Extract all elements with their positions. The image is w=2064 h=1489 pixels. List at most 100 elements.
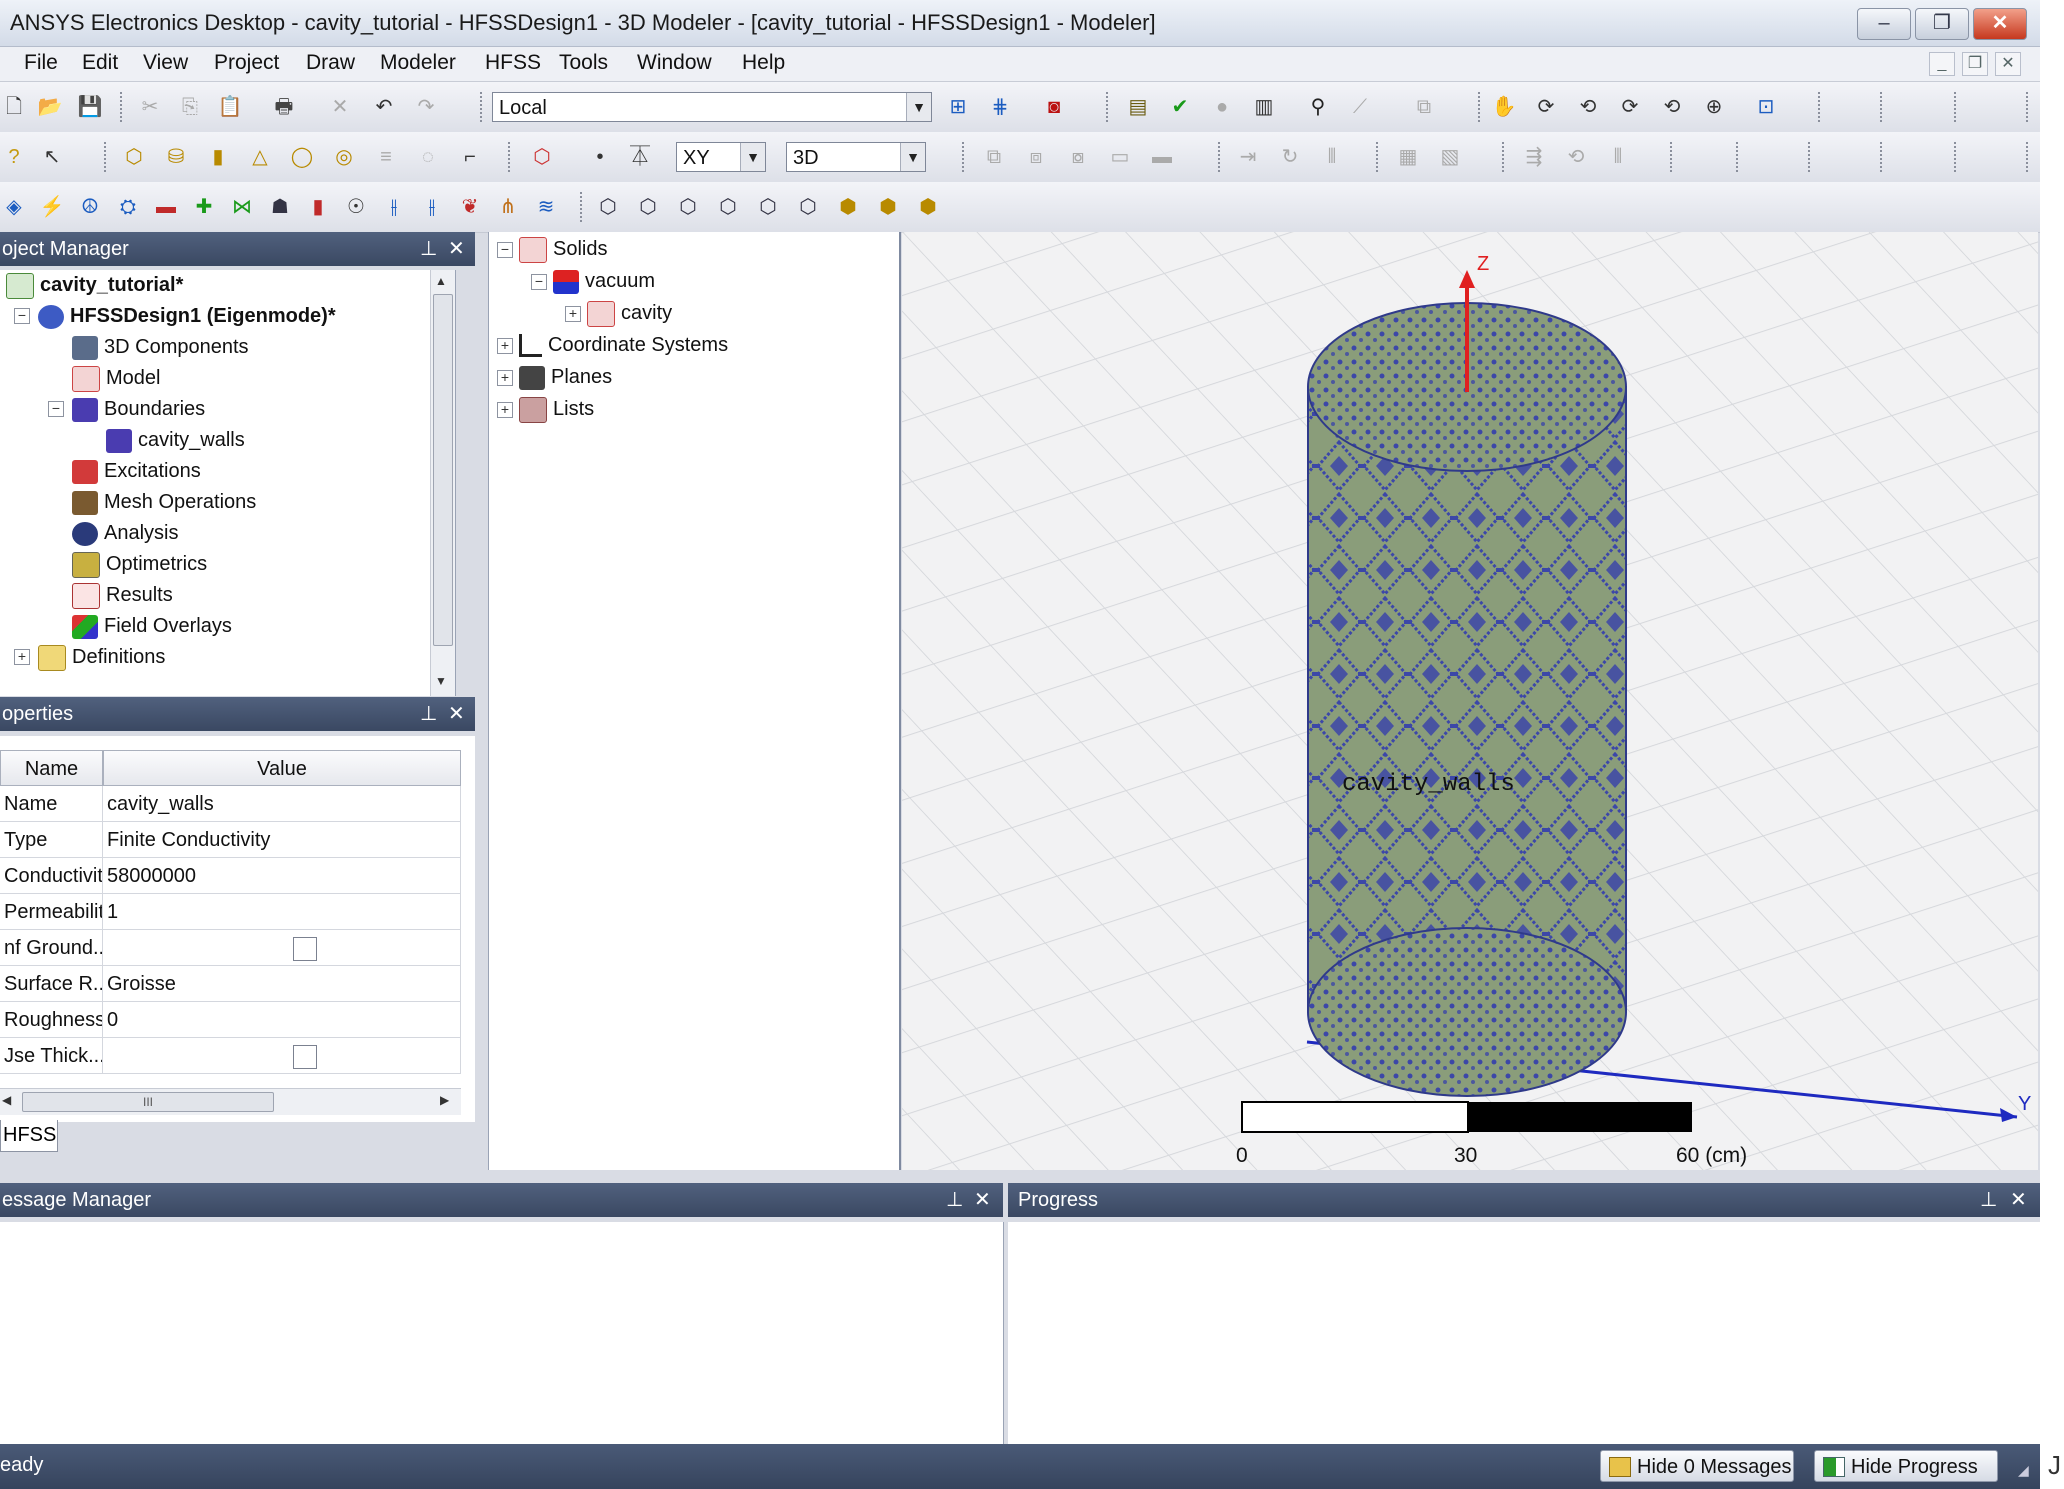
pin-icon[interactable]: ⊥ [420, 232, 437, 266]
tree-item-results[interactable]: Results [72, 580, 173, 610]
rotate-object-icon[interactable]: ↻ [1276, 144, 1304, 170]
3d-viewport[interactable]: Y Z cavity_walls 0 30 60 (cm) [902, 232, 2038, 1170]
plot-mesh-icon[interactable]: ⫲ [418, 194, 446, 220]
tree-item-definitions[interactable]: Definitions [38, 642, 165, 672]
assign-boundary-icon[interactable]: ☮ [76, 194, 104, 220]
report-icon[interactable]: ▥ [1250, 94, 1278, 120]
tree-item-solids[interactable]: Solids [519, 234, 607, 264]
tree-item-excitations[interactable]: Excitations [72, 456, 201, 486]
close-panel-icon[interactable]: ✕ [974, 1183, 991, 1217]
tree-item-cavity-walls[interactable]: cavity_walls [106, 425, 245, 455]
undo-icon[interactable]: ↶ [370, 94, 398, 120]
pin-icon[interactable]: ⊥ [1980, 1183, 1997, 1217]
mdi-minimize-button[interactable]: _ [1929, 52, 1955, 76]
thicken-icon[interactable]: ▧ [1436, 144, 1464, 170]
radiation-icon[interactable]: ☉ [342, 194, 370, 220]
draw-spiral-icon[interactable]: ◌ [414, 144, 442, 170]
property-value[interactable]: 1 [103, 894, 461, 930]
menu-hfss[interactable]: HFSS [485, 51, 541, 75]
draw-bondwire-icon[interactable]: ⌐ [456, 144, 484, 170]
zoom-icon[interactable]: ⊕ [1700, 94, 1728, 120]
tree-item-planes[interactable]: Planes [519, 362, 612, 392]
redo-icon[interactable]: ↷ [412, 94, 440, 120]
sweep-setup-icon[interactable]: ✚ [190, 194, 218, 220]
view-bottom-icon[interactable]: ⬡ [794, 194, 822, 220]
new-file-icon[interactable]: 🗋 [0, 94, 28, 120]
hide-messages-button[interactable]: Hide 0 Messages [1600, 1450, 1794, 1482]
column-header-name[interactable]: Name [0, 750, 103, 786]
open-folder-icon[interactable]: 📂 [36, 94, 64, 120]
imprint-icon[interactable]: ▬ [1148, 144, 1176, 170]
message-list[interactable] [0, 1222, 1004, 1444]
measure-icon[interactable]: ⊞ [944, 94, 972, 120]
close-panel-icon[interactable]: ✕ [448, 697, 465, 731]
rotate-z-icon[interactable]: ⟲ [1658, 94, 1686, 120]
inf-ground-checkbox[interactable] [293, 937, 317, 961]
grid-icon[interactable]: ⋕ [986, 94, 1014, 120]
curve-icon[interactable]: ⟋ [1346, 94, 1374, 120]
scroll-thumb[interactable]: III [22, 1092, 274, 1112]
sweep-icon[interactable]: ▦ [1394, 144, 1422, 170]
restore-button[interactable]: ❐ [1915, 8, 1969, 40]
subtract-icon[interactable]: ⧈ [1022, 144, 1050, 170]
mirror-icon[interactable]: ⫴ [1318, 144, 1346, 170]
tree-item-field-overlays[interactable]: Field Overlays [72, 611, 232, 641]
view-left-icon[interactable]: ⬡ [674, 194, 702, 220]
close-panel-icon[interactable]: ✕ [2010, 1183, 2027, 1217]
view-iso-icon[interactable]: ⬢ [834, 194, 862, 220]
column-header-value[interactable]: Value [103, 750, 461, 786]
menu-edit[interactable]: Edit [82, 51, 118, 75]
close-button[interactable]: ✕ [1973, 8, 2027, 40]
cut-icon[interactable]: ✂ [136, 94, 164, 120]
field-overlay-icon[interactable]: ▬ [152, 194, 180, 220]
hide-progress-button[interactable]: Hide Progress [1814, 1450, 1998, 1482]
progress-list[interactable] [1008, 1222, 2040, 1444]
draw-sphere-icon[interactable]: ◯ [288, 144, 316, 170]
menu-tools[interactable]: Tools [559, 51, 608, 75]
mdi-restore-button[interactable]: ❐ [1962, 52, 1988, 76]
parametric-icon[interactable]: ⋈ [228, 194, 256, 220]
move-icon[interactable]: ⇥ [1234, 144, 1262, 170]
project-tree-scrollbar[interactable]: ▲ ▼ [430, 270, 455, 696]
use-thickness-checkbox[interactable] [293, 1045, 317, 1069]
analyze-icon[interactable]: ● [1208, 94, 1236, 120]
hfss-solution-setup-icon[interactable]: ◈ [0, 194, 28, 220]
tree-item-vacuum[interactable]: vacuum [553, 266, 655, 296]
mesh-icon[interactable]: ⛭ [114, 194, 142, 220]
duplicate-around-axis-icon[interactable]: ⟲ [1562, 144, 1590, 170]
property-value[interactable]: 0 [103, 1002, 461, 1038]
split-icon[interactable]: ▭ [1106, 144, 1134, 170]
wave-icon[interactable]: ≋ [532, 194, 560, 220]
tree-item-cavity[interactable]: cavity [587, 298, 672, 328]
tree-item-lists[interactable]: Lists [519, 394, 594, 424]
help-icon[interactable]: ? [0, 144, 28, 170]
notes-icon[interactable]: ▤ [1124, 94, 1152, 120]
point-icon[interactable]: • [586, 144, 614, 170]
menu-view[interactable]: View [143, 51, 188, 75]
pin-icon[interactable]: ⊥ [420, 697, 437, 731]
view-top-icon[interactable]: ⬡ [754, 194, 782, 220]
tree-item-coordinate-systems[interactable]: Coordinate Systems [519, 330, 728, 360]
property-value[interactable]: cavity_walls [103, 786, 461, 822]
duplicate-mirror-icon[interactable]: ⫴ [1604, 144, 1632, 170]
tree-item-3d-components[interactable]: 3D Components [72, 332, 249, 362]
menu-draw[interactable]: Draw [306, 51, 355, 75]
rotate-x-icon[interactable]: ⟲ [1574, 94, 1602, 120]
tree-item-project[interactable]: cavity_tutorial* [6, 270, 183, 300]
duplicate-along-line-icon[interactable]: ⇶ [1520, 144, 1548, 170]
tab-hfss[interactable]: HFSS [0, 1120, 58, 1152]
validate-icon[interactable]: ◙ [1040, 94, 1068, 120]
optimetrics-icon[interactable]: ☗ [266, 194, 294, 220]
unite-icon[interactable]: ⧉ [980, 144, 1008, 170]
view-trimetric-icon[interactable]: ⬢ [874, 194, 902, 220]
tree-item-model[interactable]: Model [72, 363, 160, 393]
draw-cone-icon[interactable]: △ [246, 144, 274, 170]
fit-all-icon[interactable]: ⊡ [1752, 94, 1780, 120]
antenna-icon[interactable]: ⋔ [494, 194, 522, 220]
property-value[interactable]: Finite Conductivity [103, 822, 461, 858]
print-icon[interactable]: 🖶 [270, 94, 298, 120]
coordinate-system-select[interactable]: Local ▼ [492, 92, 932, 122]
draw-cylinder-icon[interactable]: ⛁ [162, 144, 190, 170]
view-right-icon[interactable]: ⬡ [714, 194, 742, 220]
menu-project[interactable]: Project [214, 51, 279, 75]
